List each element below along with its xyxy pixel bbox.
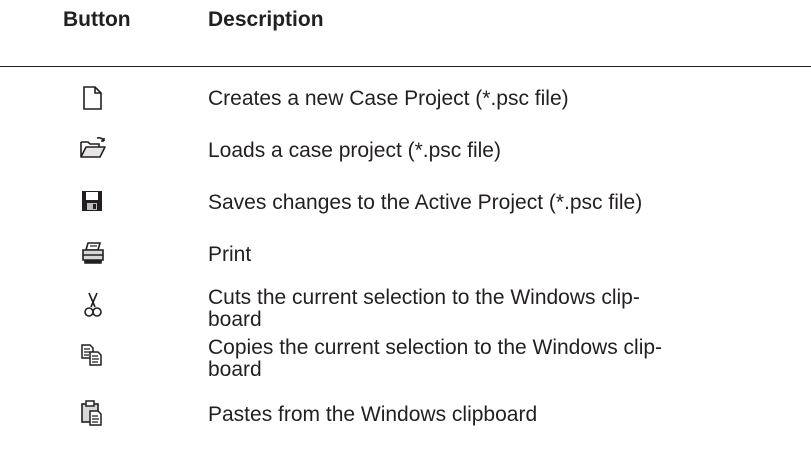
printer-icon[interactable] bbox=[79, 241, 107, 265]
row-description: Copies the current selection to the Wind… bbox=[208, 336, 663, 381]
column-header-description: Description bbox=[208, 8, 324, 31]
row-description: Print bbox=[208, 243, 252, 266]
save-disk-icon[interactable] bbox=[80, 189, 104, 213]
table-row: Cuts the current selection to the Window… bbox=[0, 284, 811, 336]
table-row: Creates a new Case Project (*.psc file) bbox=[0, 84, 811, 116]
table-row: Saves changes to the Active Project (*.p… bbox=[0, 188, 811, 220]
row-description: Saves changes to the Active Project (*.p… bbox=[208, 191, 643, 214]
table-row: Copies the current selection to the Wind… bbox=[0, 334, 811, 386]
row-description: Cuts the current selection to the Window… bbox=[208, 286, 640, 331]
new-file-icon[interactable] bbox=[82, 86, 106, 110]
table-row: Print bbox=[0, 240, 811, 272]
copy-icon[interactable] bbox=[80, 343, 104, 367]
open-folder-icon[interactable] bbox=[79, 136, 107, 160]
header-divider bbox=[0, 66, 811, 67]
table-row: Pastes from the Windows clipboard bbox=[0, 392, 811, 472]
row-description: Creates a new Case Project (*.psc file) bbox=[208, 87, 569, 110]
table-row: Loads a case project (*.psc file) bbox=[0, 136, 811, 168]
row-description: Pastes from the Windows clipboard bbox=[208, 403, 538, 426]
scissors-icon[interactable] bbox=[83, 291, 103, 317]
column-header-button: Button bbox=[63, 8, 131, 31]
paste-clipboard-icon[interactable] bbox=[80, 400, 104, 426]
row-description: Loads a case project (*.psc file) bbox=[208, 139, 501, 162]
